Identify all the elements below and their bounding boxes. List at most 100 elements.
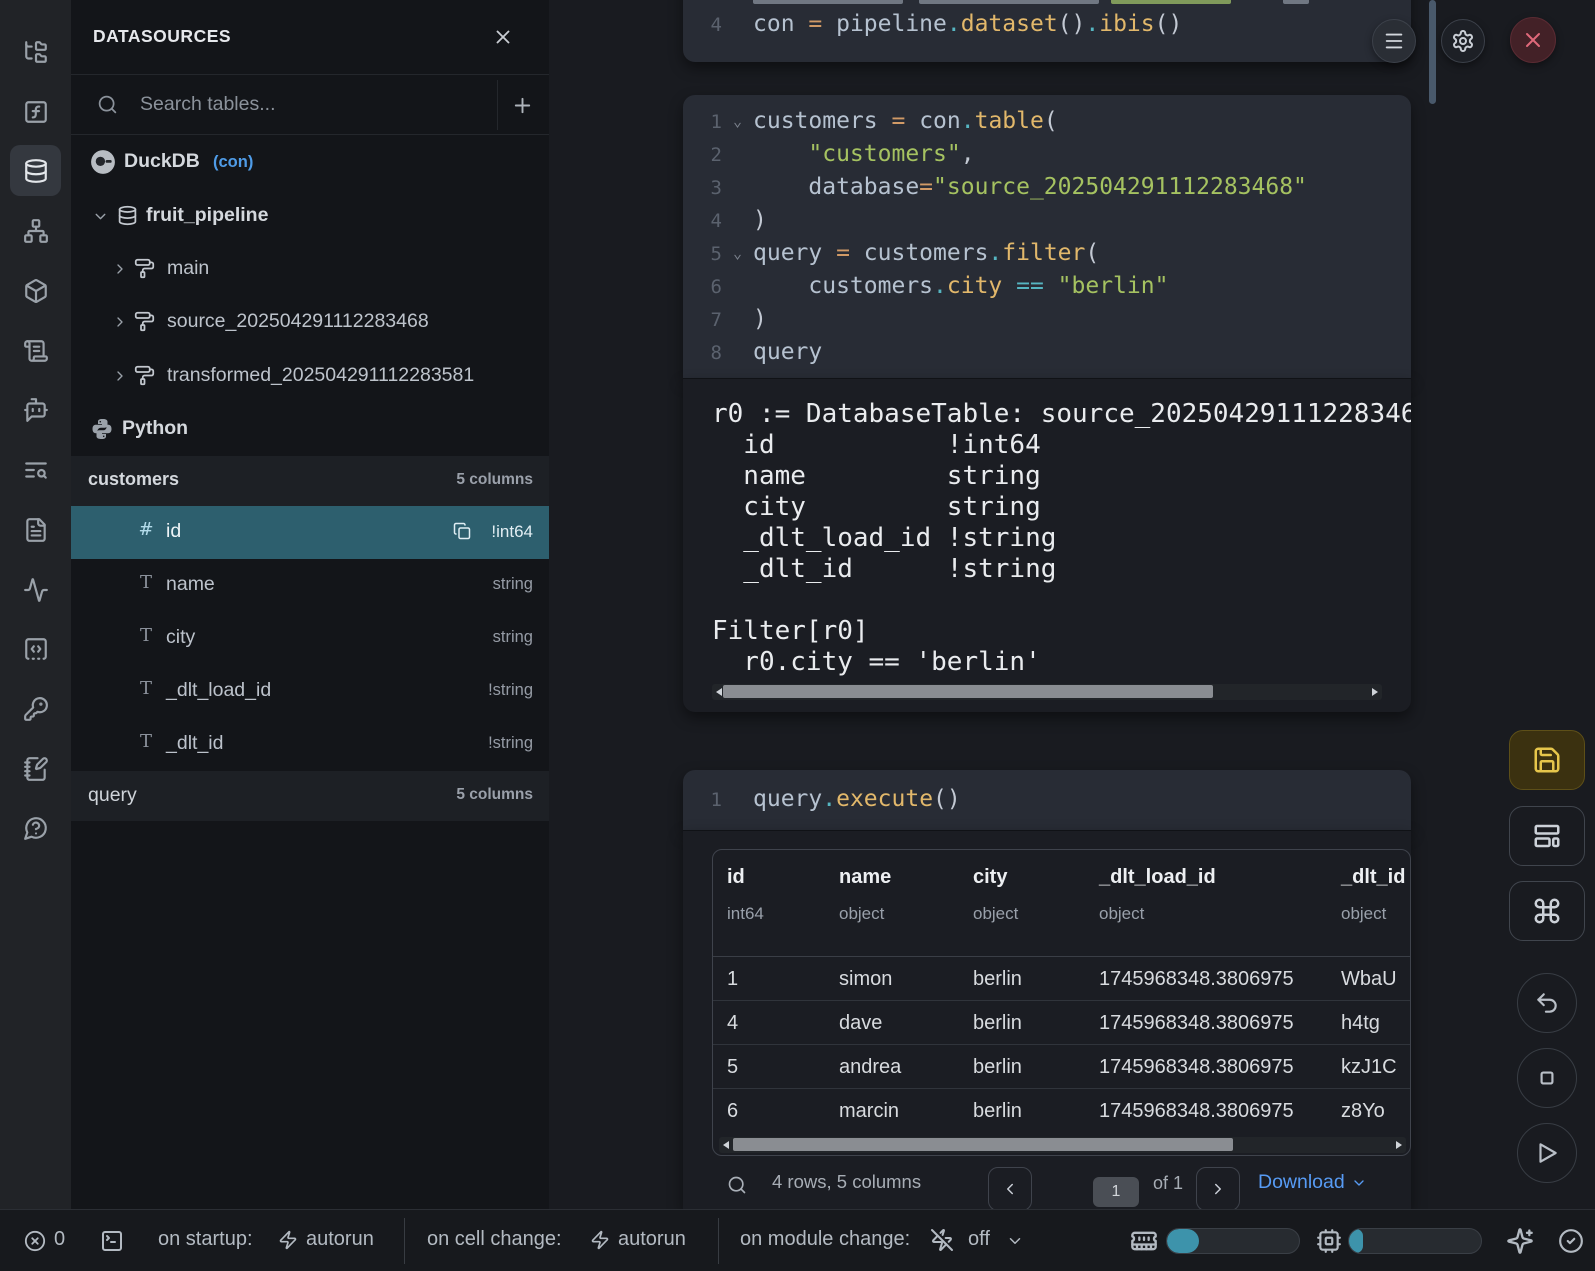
- layout-toggle-button[interactable]: [1509, 806, 1585, 866]
- code-editor[interactable]: 1query.execute(): [683, 783, 1411, 816]
- database-icon: [117, 205, 138, 226]
- code-cell-query-definition[interactable]: 1⌄customers = con.table(2 "customers",3 …: [683, 95, 1411, 378]
- tree-item-database[interactable]: fruit_pipeline: [71, 190, 549, 243]
- packages-box-icon[interactable]: [10, 265, 61, 316]
- column-header[interactable]: city: [973, 866, 1007, 889]
- column-header[interactable]: name: [839, 866, 891, 889]
- column-item-dlt-load-id[interactable]: T _dlt_load_id !string: [71, 665, 549, 718]
- chat-bot-icon[interactable]: [10, 384, 61, 435]
- terminal-icon[interactable]: [100, 1229, 124, 1253]
- datasources-database-icon[interactable]: [10, 145, 61, 196]
- file-tree-icon[interactable]: [10, 26, 61, 77]
- scrollbar-thumb[interactable]: [733, 1138, 1233, 1151]
- column-header[interactable]: _dlt_load_id: [1099, 866, 1216, 889]
- tree-item-schema-main[interactable]: main: [71, 243, 549, 296]
- table-header-customers[interactable]: customers 5 columns: [71, 456, 549, 506]
- on-module-change-value[interactable]: off: [968, 1228, 990, 1251]
- scroll-left-icon[interactable]: [716, 688, 722, 696]
- copy-icon[interactable]: [453, 522, 471, 540]
- snippets-file-icon[interactable]: [10, 504, 61, 555]
- chevron-down-icon[interactable]: [92, 208, 109, 225]
- settings-gear-button[interactable]: [1441, 19, 1485, 63]
- table-cell: z8Yo: [1341, 1089, 1385, 1133]
- table-header-query[interactable]: query 5 columns: [71, 771, 549, 821]
- column-item-id[interactable]: # id !int64: [71, 506, 549, 559]
- table-cell: 1745968348.3806975: [1099, 1001, 1294, 1045]
- horizontal-scrollbar[interactable]: [712, 684, 1382, 700]
- code-editor[interactable]: 4con = pipeline.dataset().ibis(): [683, 8, 1411, 41]
- scratch-notebook-icon[interactable]: [10, 743, 61, 794]
- scroll-left-icon[interactable]: [723, 1141, 729, 1149]
- table-row[interactable]: 5andreaberlin1745968348.3806975kzJ1C: [713, 1045, 1410, 1089]
- scratchpad-function-icon[interactable]: [10, 86, 61, 137]
- on-cell-change-label[interactable]: on cell change:: [427, 1228, 562, 1251]
- main-vertical-scrollbar[interactable]: [1429, 0, 1436, 104]
- documentation-scroll-icon[interactable]: [10, 325, 61, 376]
- table-cell: berlin: [973, 1089, 1022, 1133]
- scroll-right-icon[interactable]: [1396, 1141, 1402, 1149]
- add-datasource-button[interactable]: [511, 94, 534, 117]
- connection-duckdb[interactable]: DuckDB (con): [71, 135, 549, 190]
- undo-button[interactable]: [1517, 973, 1577, 1033]
- table-row[interactable]: 6marcinberlin1745968348.3806975z8Yo: [713, 1089, 1410, 1133]
- ai-sparkles-icon[interactable]: [1506, 1227, 1534, 1255]
- chevron-right-icon[interactable]: [112, 368, 128, 384]
- column-name: _dlt_load_id: [166, 679, 271, 702]
- scroll-right-icon[interactable]: [1372, 688, 1378, 696]
- search-input[interactable]: Search tables...: [140, 93, 276, 116]
- table-row[interactable]: 1simonberlin1745968348.3806975WbaU: [713, 957, 1410, 1001]
- dependency-graph-icon[interactable]: [10, 205, 61, 256]
- column-item-dlt-id[interactable]: T _dlt_id !string: [71, 718, 549, 771]
- column-count-badge: 5 columns: [456, 786, 533, 804]
- close-icon[interactable]: [492, 26, 514, 48]
- command-palette-button[interactable]: [1509, 881, 1585, 941]
- errors-icon[interactable]: [24, 1230, 46, 1252]
- logs-search-icon[interactable]: [10, 444, 61, 495]
- column-item-city[interactable]: T city string: [71, 612, 549, 665]
- search-icon: [97, 94, 118, 115]
- secrets-key-icon[interactable]: [10, 683, 61, 734]
- next-page-button[interactable]: [1196, 1167, 1240, 1209]
- column-dtype: object: [973, 904, 1018, 924]
- code-cell-execute[interactable]: 1query.execute(): [683, 770, 1411, 830]
- chevron-down-icon[interactable]: [1006, 1232, 1024, 1250]
- outputs-code-icon[interactable]: [10, 623, 61, 674]
- shutdown-close-button[interactable]: [1510, 17, 1556, 63]
- tracing-activity-icon[interactable]: [10, 564, 61, 615]
- memory-icon: [1130, 1227, 1158, 1255]
- panel-title: DATASOURCES: [93, 26, 231, 47]
- stop-button[interactable]: [1517, 1048, 1577, 1108]
- table-cell: marcin: [839, 1089, 899, 1133]
- number-type-icon: #: [136, 519, 156, 540]
- activity-bar: [0, 0, 71, 1209]
- table-row[interactable]: 4daveberlin1745968348.3806975h4tg: [713, 1001, 1410, 1045]
- column-header[interactable]: id: [727, 866, 745, 889]
- connection-status-check-icon[interactable]: [1558, 1228, 1584, 1254]
- chevron-right-icon[interactable]: [112, 314, 128, 330]
- run-button[interactable]: [1517, 1123, 1577, 1183]
- tree-item-schema-source[interactable]: source_202504291112283468: [71, 296, 549, 349]
- column-header[interactable]: _dlt_id: [1341, 866, 1405, 889]
- on-cell-change-value[interactable]: autorun: [618, 1228, 686, 1251]
- scrollbar-thumb[interactable]: [723, 685, 1213, 698]
- on-module-change-label[interactable]: on module change:: [740, 1228, 910, 1251]
- tree-item-schema-transformed[interactable]: transformed_202504291112283581: [71, 350, 549, 403]
- code-cell-pipeline[interactable]: 4con = pipeline.dataset().ibis(): [683, 0, 1411, 62]
- python-section[interactable]: Python: [71, 403, 549, 456]
- table-cell: dave: [839, 1001, 882, 1045]
- column-item-name[interactable]: T name string: [71, 559, 549, 612]
- chevron-right-icon[interactable]: [112, 261, 128, 277]
- table-cell: 1745968348.3806975: [1099, 1045, 1294, 1089]
- on-startup-label[interactable]: on startup:: [158, 1228, 253, 1251]
- page-number-input[interactable]: 1: [1093, 1177, 1139, 1207]
- cell-menu-button[interactable]: [1372, 19, 1416, 63]
- help-question-icon[interactable]: [10, 802, 61, 853]
- on-startup-value[interactable]: autorun: [306, 1228, 374, 1251]
- previous-page-button[interactable]: [988, 1167, 1032, 1209]
- table-horizontal-scrollbar[interactable]: [719, 1137, 1406, 1153]
- save-button[interactable]: [1509, 730, 1585, 790]
- tree-item-label: main: [167, 257, 209, 280]
- table-search-icon[interactable]: [727, 1175, 747, 1195]
- download-link[interactable]: Download: [1258, 1171, 1367, 1194]
- code-editor[interactable]: 1⌄customers = con.table(2 "customers",3 …: [683, 105, 1411, 369]
